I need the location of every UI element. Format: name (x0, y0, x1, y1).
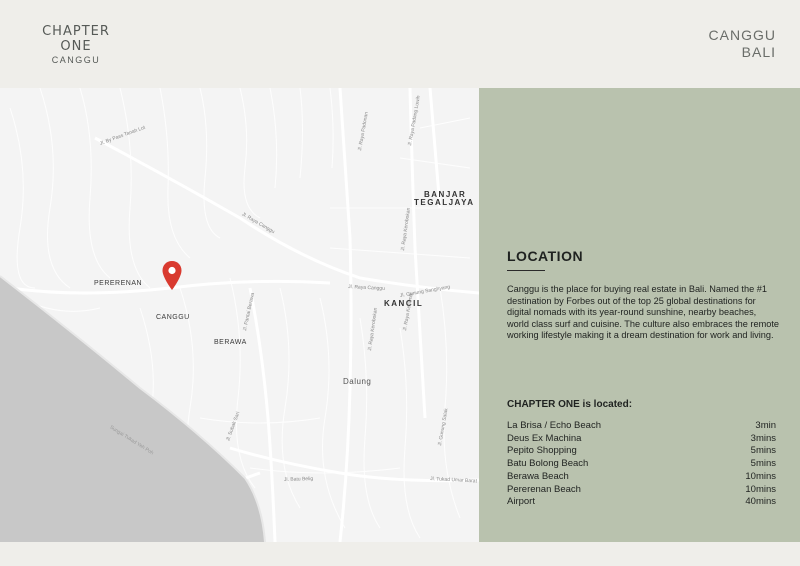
list-item: Airport 40mins (507, 496, 776, 509)
location-title: LOCATION (507, 248, 584, 264)
title-underline (507, 270, 545, 271)
page-header: CHAPTER ONE CANGGU CANGGU BALI (0, 0, 800, 88)
map-label-pererenan: PERERENAN (94, 280, 143, 287)
place-time: 3min (755, 420, 776, 431)
road-label-batu-belig: Jl. Batu Belig (283, 475, 314, 483)
map-label-canggu: CANGGU (156, 314, 190, 321)
brand-title: CHAPTER ONE (42, 24, 110, 54)
place-name: Berawa Beach (507, 470, 569, 482)
list-item: Deus Ex Machina 3mins (507, 433, 776, 446)
place-time: 5mins (750, 458, 776, 470)
place-time: 3mins (750, 432, 776, 444)
list-item: Pererenan Beach 10mins (507, 484, 776, 497)
place-name: Batu Bolong Beach (507, 458, 589, 470)
place-name: Airport (507, 496, 535, 508)
place-heading: CANGGU BALI (709, 27, 776, 61)
list-item: La Brisa / Echo Beach 3min (507, 420, 776, 433)
place-name: Pepito Shopping (507, 445, 577, 457)
place-name: La Brisa / Echo Beach (507, 420, 601, 431)
map-label-kancil: KANCIL (384, 299, 424, 308)
brand-logo: CHAPTER ONE CANGGU (26, 24, 126, 65)
location-panel: LOCATION Canggu is the place for buying … (479, 88, 800, 542)
location-map: PERERENAN CANGGU BERAWA KANCIL BANJAR TE… (0, 88, 479, 542)
distance-list: La Brisa / Echo Beach 3min Deus Ex Machin… (507, 420, 776, 509)
place-time: 10mins (745, 470, 776, 482)
place-name: Deus Ex Machina (507, 432, 582, 444)
map-pin-icon (162, 261, 182, 290)
place-line-1: CANGGU (708, 27, 776, 43)
place-name: Pererenan Beach (507, 483, 581, 495)
brand-subtitle: CANGGU (51, 55, 101, 65)
place-time: 5mins (750, 445, 776, 457)
place-time: 40mins (745, 496, 776, 508)
list-item: Pepito Shopping 5mins (507, 445, 776, 458)
list-item: Batu Bolong Beach 5mins (507, 458, 776, 471)
list-item: Berawa Beach 10mins (507, 471, 776, 484)
place-line-2: BALI (741, 44, 776, 60)
map-label-dalung: Dalung (343, 377, 372, 386)
location-description: Canggu is the place for buying real esta… (507, 284, 780, 341)
map-label-tegaljaya: TEGALJAYA (414, 198, 475, 207)
map-label-berawa: BERAWA (214, 339, 247, 346)
page-footer (0, 542, 800, 566)
place-time: 10mins (745, 483, 776, 495)
located-heading: CHAPTER ONE is located: (507, 399, 633, 410)
